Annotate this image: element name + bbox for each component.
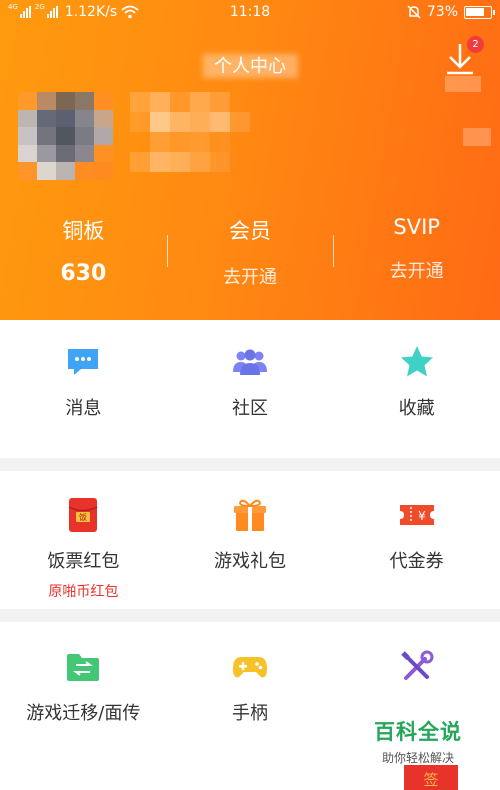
- grid-item-label: 收藏: [398, 398, 435, 419]
- grid-item-label: 消息: [65, 398, 102, 419]
- alarm-off-icon: [407, 5, 421, 19]
- stats-row: 铜板 630 会员 去开通 SVIP 去开通: [0, 215, 500, 289]
- grid-item-label: 饭票红包: [47, 551, 120, 572]
- section-rewards: 饭 饭票红包 原啪币红包 游戏礼包 ¥ 代金券: [0, 471, 500, 609]
- stat-coins[interactable]: 铜板 630: [0, 215, 167, 289]
- transfer-icon: [67, 654, 100, 681]
- message-icon: [68, 349, 99, 375]
- grid-item-label: 游戏迁移/面传: [26, 703, 141, 724]
- red-envelope-icon: 饭: [68, 498, 98, 532]
- svg-text:¥: ¥: [418, 509, 426, 523]
- watermark-subtitle: 助你轻松解决: [381, 751, 454, 765]
- stat-label: SVIP: [393, 215, 440, 239]
- download-count-badge: 2: [467, 36, 484, 53]
- watermark: 百科全说 助你轻松解决: [374, 716, 462, 766]
- voucher-icon: ¥: [399, 505, 434, 525]
- battery-percent: 73%: [426, 4, 458, 20]
- stat-label: 会员: [229, 219, 271, 243]
- sign-in-tag[interactable]: 签: [404, 765, 458, 790]
- stat-svip[interactable]: SVIP 去开通: [333, 215, 500, 289]
- grid-item-label: 手柄: [232, 703, 268, 724]
- grid-item-game-transfer[interactable]: 游戏迁移/面传: [0, 649, 167, 725]
- gamepad-icon: [233, 657, 267, 678]
- grid-item-tools[interactable]: [333, 649, 500, 725]
- blurred-area: [463, 128, 491, 146]
- star-icon: [400, 346, 433, 377]
- stat-value: 去开通: [223, 267, 277, 288]
- grid-item-red-envelope[interactable]: 饭 饭票红包 原啪币红包: [0, 497, 167, 601]
- tools-icon: [400, 650, 434, 680]
- grid-item-label: 社区: [232, 398, 268, 419]
- title-blur-mask: [203, 54, 298, 78]
- watermark-title: 百科全说: [374, 720, 462, 744]
- grid-item-community[interactable]: 社区: [167, 344, 334, 420]
- grid-item-label: 代金券: [389, 551, 444, 572]
- grid-item-sublabel: 原啪币红包: [48, 584, 119, 600]
- grid-item-gamepad[interactable]: 手柄: [167, 649, 334, 725]
- username-blurred: [130, 92, 250, 172]
- section-social: 消息 社区 收藏: [0, 320, 500, 458]
- grid-item-voucher[interactable]: ¥ 代金券: [333, 497, 500, 601]
- grid-item-game-gift[interactable]: 游戏礼包: [167, 497, 334, 601]
- avatar[interactable]: [18, 92, 113, 180]
- stat-value: 去开通: [389, 261, 444, 282]
- status-bar: 4G 2G 1.12K/s 11:18 73%: [0, 0, 500, 26]
- gift-icon: [234, 499, 266, 531]
- grid-item-favorites[interactable]: 收藏: [333, 344, 500, 420]
- grid-item-messages[interactable]: 消息: [0, 344, 167, 420]
- grid-item-label: 游戏礼包: [214, 551, 286, 572]
- blurred-area: [445, 76, 481, 92]
- svg-text:饭: 饭: [79, 512, 87, 522]
- profile-header: 4G 2G 1.12K/s 11:18 73% 个人中心 2 铜板 630 会员…: [0, 0, 500, 320]
- battery-icon: [464, 5, 495, 19]
- stat-label: 铜板: [62, 219, 105, 243]
- stat-membership[interactable]: 会员 去开通: [166, 215, 334, 289]
- community-icon: [233, 349, 267, 375]
- stat-value: 630: [60, 261, 107, 286]
